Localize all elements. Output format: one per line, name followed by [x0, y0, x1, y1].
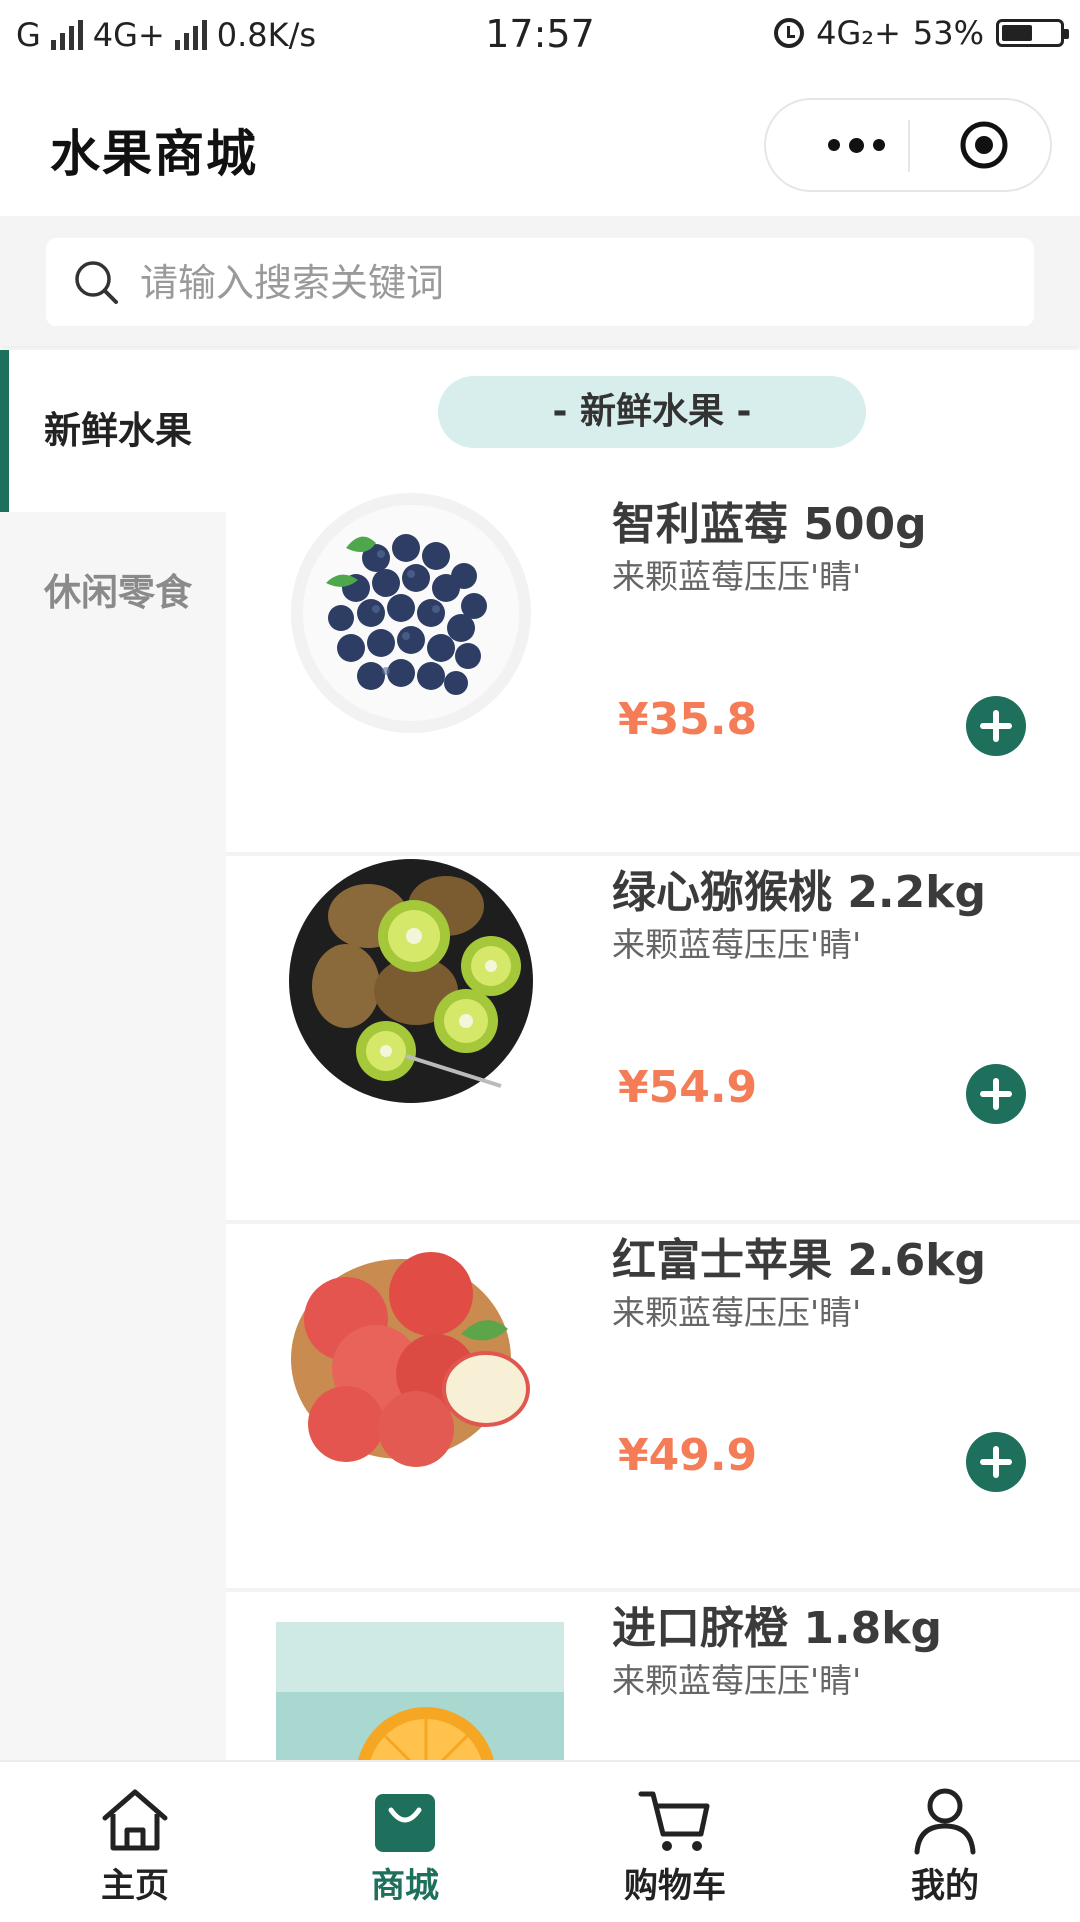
category-sidebar: 新鲜水果 休闲零食	[0, 350, 226, 1760]
tab-label: 商城	[371, 1866, 439, 1906]
alarm-icon	[774, 18, 805, 48]
search-input[interactable]	[138, 238, 1002, 328]
product-price: ¥49.9	[618, 1430, 758, 1481]
product-name: 智利蓝莓 500g	[612, 499, 927, 550]
product-image-apples	[291, 1252, 530, 1467]
battery-icon	[996, 19, 1069, 47]
product-desc: 来颗蓝莓压压'睛'	[612, 1293, 862, 1332]
search-icon	[75, 261, 118, 304]
section-title: - 新鲜水果 -	[438, 376, 866, 448]
sidebar-item-fresh-fruit[interactable]: 新鲜水果	[0, 350, 226, 512]
add-to-cart-button[interactable]	[966, 1432, 1026, 1492]
add-to-cart-button[interactable]	[966, 696, 1026, 756]
product-price: ¥35.8	[618, 694, 758, 745]
page-title: 水果商城	[50, 125, 258, 183]
status-right: 4G₂+ 53%	[774, 14, 1069, 52]
bottom-tab-bar: 主页 商城 购物车 我的	[0, 1760, 1080, 1922]
search-bar	[0, 216, 1080, 346]
tab-label: 我的	[911, 1866, 979, 1906]
capsule-divider	[908, 120, 910, 172]
network-indicator: 4G₂+	[816, 14, 901, 52]
battery-fill	[1002, 25, 1032, 41]
tab-label: 购物车	[624, 1866, 726, 1906]
product-image-blueberries	[291, 493, 531, 733]
close-target-icon[interactable]	[958, 119, 1010, 171]
add-to-cart-button[interactable]	[966, 1064, 1026, 1124]
product-name: 红富士苹果 2.6kg	[612, 1235, 987, 1286]
product-desc: 来颗蓝莓压压'睛'	[612, 925, 862, 964]
tab-shop[interactable]: 商城	[270, 1762, 540, 1922]
product-item[interactable]: 智利蓝莓 500g 来颗蓝莓压压'睛' ¥35.8	[226, 488, 1080, 856]
tab-label: 主页	[101, 1866, 169, 1906]
miniprogram-capsule	[764, 98, 1052, 192]
nav-bar: 水果商城	[0, 72, 1080, 216]
cart-icon	[638, 1791, 710, 1851]
product-image-oranges	[276, 1622, 564, 1760]
product-price: ¥54.9	[618, 1062, 758, 1113]
product-desc: 来颗蓝莓压压'睛'	[612, 557, 862, 596]
tab-me[interactable]: 我的	[810, 1762, 1080, 1922]
sidebar-item-snacks[interactable]: 休闲零食	[0, 512, 226, 674]
user-icon	[914, 1788, 976, 1855]
tab-cart[interactable]: 购物车	[540, 1762, 810, 1922]
battery-percent: 53%	[912, 14, 984, 52]
shopping-bag-icon	[375, 1794, 435, 1852]
more-icon[interactable]	[806, 100, 906, 190]
tab-home[interactable]: 主页	[0, 1762, 270, 1922]
product-image-kiwis	[289, 859, 533, 1103]
home-icon	[102, 1789, 168, 1851]
product-list: - 新鲜水果 - 智利蓝莓 500g 来颗蓝莓压压'睛' ¥35.8 绿心猕猴桃…	[226, 350, 1080, 1760]
product-item[interactable]: 红富士苹果 2.6kg 来颗蓝莓压压'睛' ¥49.9	[226, 1224, 1080, 1592]
product-desc: 来颗蓝莓压压'睛'	[612, 1661, 862, 1700]
search-box[interactable]	[46, 238, 1034, 328]
product-name: 绿心猕猴桃 2.2kg	[612, 867, 987, 918]
status-bar: G 4G+ 0.8K/s 17:57 4G₂+ 53%	[0, 0, 1080, 72]
product-name: 进口脐橙 1.8kg	[612, 1603, 943, 1654]
product-item[interactable]: 绿心猕猴桃 2.2kg 来颗蓝莓压压'睛' ¥54.9	[226, 856, 1080, 1224]
product-item[interactable]: 进口脐橙 1.8kg 来颗蓝莓压压'睛'	[226, 1592, 1080, 1760]
